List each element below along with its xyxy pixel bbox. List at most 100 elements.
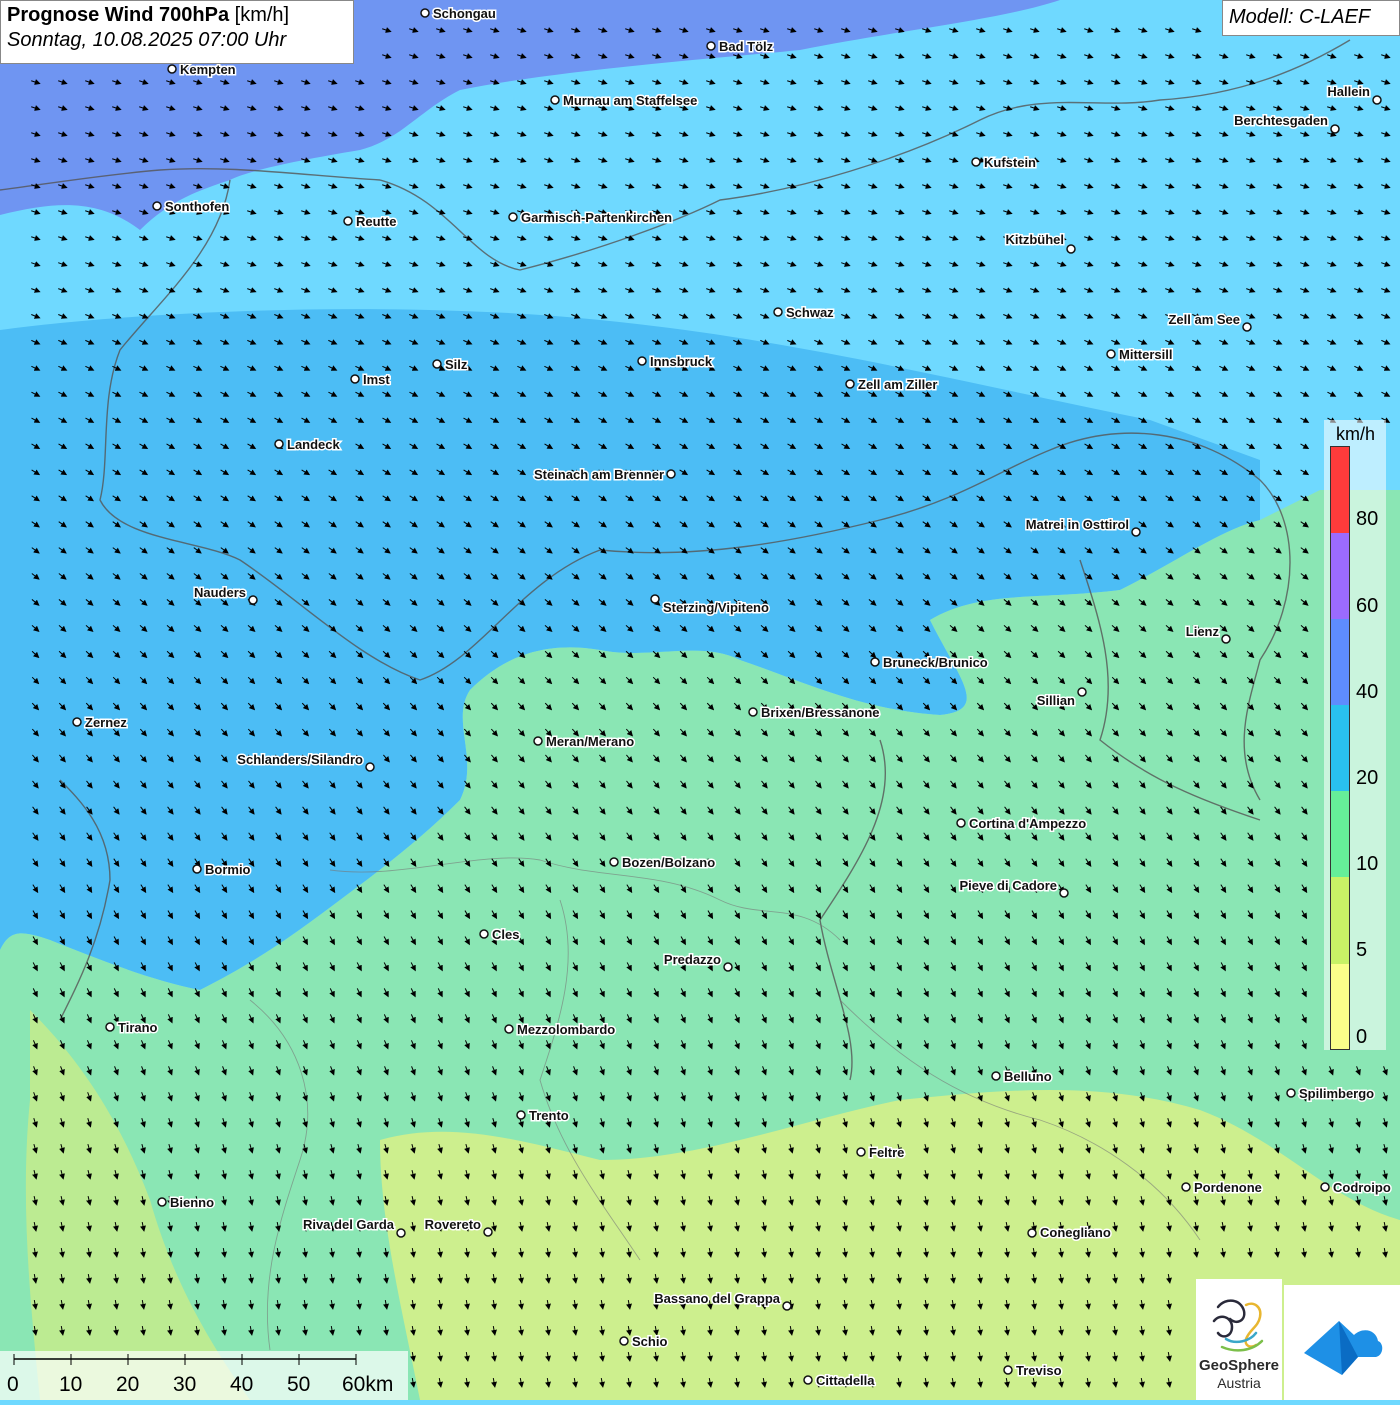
svg-text:Tirano: Tirano (118, 1020, 158, 1035)
model-label: Modell: C-LAEF (1222, 0, 1400, 36)
svg-text:Cittadella: Cittadella (816, 1373, 875, 1388)
city-marker: Pordenone (1181, 1179, 1263, 1197)
svg-text:Conegliano: Conegliano (1040, 1225, 1111, 1240)
scale-label: 60km (342, 1373, 394, 1396)
city-marker: Cortina d'Ampezzo (956, 815, 1088, 833)
weather-app-icon (1304, 1321, 1383, 1375)
svg-text:Bad Tölz: Bad Tölz (719, 39, 774, 54)
svg-text:Kitzbühel: Kitzbühel (1006, 232, 1065, 247)
svg-text:Garmisch-Partenkirchen: Garmisch-Partenkirchen (521, 210, 672, 225)
title-main: Prognose Wind 700hPa (7, 4, 230, 26)
legend-segment (1331, 447, 1349, 534)
legend-segment (1331, 877, 1349, 964)
svg-text:Rovereto: Rovereto (425, 1217, 481, 1232)
legend-unit: km/h (1336, 424, 1376, 444)
scale-ruler (13, 1354, 357, 1365)
svg-text:Kempten: Kempten (180, 62, 236, 77)
city-marker: Garmisch-Partenkirchen (508, 209, 674, 227)
legend-segment (1331, 705, 1349, 792)
svg-text:Riva del Garda: Riva del Garda (303, 1217, 395, 1232)
city-marker: Innsbruck (637, 353, 714, 371)
svg-text:Berchtesgaden: Berchtesgaden (1234, 113, 1328, 128)
svg-text:Murnau am Staffelsee: Murnau am Staffelsee (563, 93, 697, 108)
city-marker: Steinach am Brenner (532, 466, 676, 484)
city-marker: Bozen/Bolzano (609, 854, 717, 872)
map-title-box: Prognose Wind 700hPa [km/h] Sonntag, 10.… (0, 0, 354, 64)
legend-tick: 5 (1356, 939, 1368, 961)
scale-label: 40 (230, 1373, 254, 1396)
city-marker: Sonthofen (152, 198, 231, 216)
city-marker: Meran/Merano (533, 733, 636, 751)
svg-text:Zell am See: Zell am See (1168, 312, 1240, 327)
city-marker: Zell am Ziller (845, 376, 939, 394)
svg-text:Steinach am Brenner: Steinach am Brenner (534, 467, 664, 482)
legend-segment (1331, 963, 1349, 1049)
svg-text:Imst: Imst (363, 372, 390, 387)
scale-label: 50 (287, 1373, 311, 1396)
svg-text:Innsbruck: Innsbruck (650, 354, 713, 369)
svg-text:Bozen/Bolzano: Bozen/Bolzano (622, 855, 715, 870)
svg-text:Schlanders/Silandro: Schlanders/Silandro (237, 752, 363, 767)
svg-text:Landeck: Landeck (287, 437, 341, 452)
svg-text:Sonthofen: Sonthofen (165, 199, 229, 214)
svg-text:Sillian: Sillian (1037, 693, 1075, 708)
legend-segment (1331, 791, 1349, 878)
svg-text:Bruneck/Brunico: Bruneck/Brunico (883, 655, 988, 670)
wind-map: Schongau Bad Tölz Kempten Murnau am Staf… (0, 0, 1400, 1400)
legend-tick: 40 (1356, 681, 1379, 703)
svg-text:Zernez: Zernez (85, 715, 127, 730)
svg-text:Sterzing/Vipiteno: Sterzing/Vipiteno (663, 600, 769, 615)
legend-bar (1330, 446, 1350, 1050)
svg-text:Silz: Silz (445, 357, 468, 372)
geosphere-swirl-icon (1212, 1299, 1264, 1352)
svg-text:Mittersill: Mittersill (1119, 347, 1172, 362)
weather-app-logo (1284, 1285, 1400, 1400)
svg-text:Bassano del Grappa: Bassano del Grappa (654, 1291, 780, 1306)
legend-tick: 80 (1356, 508, 1379, 530)
city-marker: Conegliano (1027, 1224, 1112, 1242)
geosphere-logo: GeoSphere Austria (1196, 1279, 1282, 1400)
svg-text:Reutte: Reutte (356, 214, 396, 229)
svg-text:Meran/Merano: Meran/Merano (546, 734, 634, 749)
svg-text:Treviso: Treviso (1016, 1363, 1062, 1378)
svg-text:Schongau: Schongau (433, 6, 496, 21)
svg-text:Spilimbergo: Spilimbergo (1299, 1086, 1374, 1101)
svg-text:Kufstein: Kufstein (984, 155, 1036, 170)
svg-text:Schwaz: Schwaz (786, 305, 834, 320)
legend-tick: 20 (1356, 767, 1379, 789)
svg-text:Codroipo: Codroipo (1333, 1180, 1391, 1195)
svg-text:Zell am Ziller: Zell am Ziller (858, 377, 937, 392)
scale-label: 10 (59, 1373, 83, 1396)
svg-text:Pordenone: Pordenone (1194, 1180, 1262, 1195)
legend-segment (1331, 619, 1349, 706)
svg-text:Brixen/Bressanone: Brixen/Bressanone (761, 705, 880, 720)
svg-text:Mezzolombardo: Mezzolombardo (517, 1022, 615, 1037)
svg-text:Nauders: Nauders (194, 585, 246, 600)
svg-text:Predazzo: Predazzo (664, 952, 721, 967)
city-marker: Spilimbergo (1286, 1085, 1376, 1103)
scale-label: 20 (116, 1373, 140, 1396)
scale-bar: 0 10 20 30 40 50 60km (0, 1351, 408, 1400)
forecast-datetime: Sonntag, 10.08.2025 07:00 Uhr (7, 29, 287, 51)
legend-tick: 60 (1356, 595, 1379, 617)
color-legend: km/h 80 60 40 20 10 5 0 (1324, 420, 1386, 1050)
svg-text:Hallein: Hallein (1327, 84, 1370, 99)
svg-text:Bienno: Bienno (170, 1195, 214, 1210)
scale-label: 30 (173, 1373, 197, 1396)
svg-text:Pieve di Cadore: Pieve di Cadore (959, 878, 1057, 893)
geosphere-country: Austria (1217, 1375, 1261, 1391)
svg-text:Schio: Schio (632, 1334, 667, 1349)
city-marker: Schongau (420, 5, 497, 23)
legend-segment (1331, 533, 1349, 620)
map-title: Prognose Wind 700hPa [km/h] (7, 4, 347, 27)
svg-text:Feltre: Feltre (869, 1145, 904, 1160)
city-marker: Murnau am Staffelsee (550, 92, 699, 110)
scale-label: 0 (7, 1373, 19, 1396)
geosphere-name: GeoSphere (1198, 1357, 1280, 1374)
city-marker: Brixen/Bressanone (748, 704, 881, 722)
svg-text:Matrei in Osttirol: Matrei in Osttirol (1026, 517, 1129, 532)
city-marker: Mezzolombardo (504, 1021, 617, 1039)
legend-tick: 0 (1356, 1026, 1368, 1048)
title-unit: [km/h] (234, 4, 290, 26)
svg-text:Trento: Trento (529, 1108, 569, 1123)
